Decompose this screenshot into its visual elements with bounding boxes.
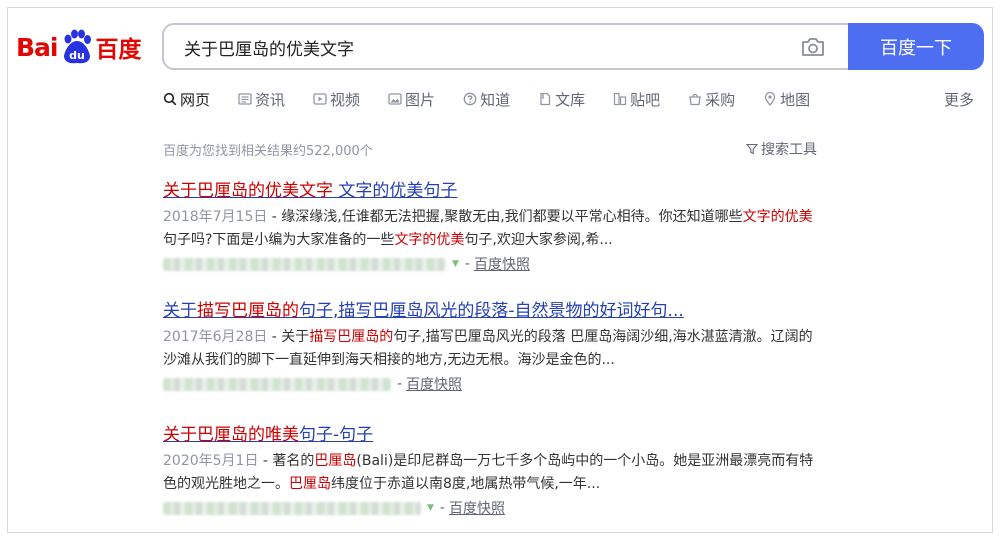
baidu-logo[interactable]: Bai du 百度: [16, 27, 142, 67]
blurred-url: [163, 501, 421, 515]
result-description: 2017年6月28日 - 关于描写巴厘岛的句子,描写巴厘岛风光的段落 巴厘岛海阔…: [163, 329, 813, 368]
result-title-link[interactable]: 关于描写巴厘岛的句子,描写巴厘岛风光的段落-自然景物的好词好句...: [163, 299, 843, 323]
tab-label: 采购: [705, 90, 736, 109]
tab-tieba[interactable]: 贴吧: [613, 89, 660, 110]
tab-images[interactable]: 图片: [388, 89, 435, 110]
paw-icon: du: [59, 29, 95, 65]
result-description: 2020年5月1日 - 著名的巴厘岛(Bali)是印尼群岛一万七千多个岛屿中的一…: [163, 453, 814, 492]
search-tools-label: 搜索工具: [761, 142, 817, 158]
paw-text: du: [69, 49, 85, 62]
tab-label: 知道: [480, 90, 511, 109]
search-result: 关于描写巴厘岛的句子,描写巴厘岛风光的段落-自然景物的好词好句... 2017年…: [163, 299, 843, 395]
search-result: 关于巴厘岛的优美文字 文字的优美句子 2018年7月15日 - 缘深缘浅,任谁都…: [163, 179, 843, 275]
tab-map[interactable]: 地图: [763, 89, 810, 110]
blurred-url: [163, 257, 446, 271]
video-icon: [313, 92, 327, 106]
tab-caigou[interactable]: 采购: [688, 89, 735, 110]
tab-web[interactable]: 网页: [163, 89, 210, 110]
tab-label: 地图: [780, 90, 811, 109]
search-box: [162, 23, 848, 70]
tab-wenku[interactable]: 文库: [538, 89, 585, 110]
tab-label: 资讯: [255, 90, 286, 109]
snapshot-link[interactable]: 百度快照: [474, 254, 530, 274]
tab-label: 贴吧: [630, 90, 661, 109]
logo-chinese: 百度: [95, 37, 142, 63]
question-icon: [463, 92, 477, 106]
tab-more[interactable]: 更多: [944, 87, 974, 111]
snapshot-link[interactable]: 百度快照: [406, 374, 462, 394]
dropdown-arrow-icon[interactable]: ▼: [452, 259, 459, 269]
result-title-link[interactable]: 关于巴厘岛的优美文字 文字的优美句子: [163, 179, 843, 203]
result-source: - 百度快照: [163, 373, 843, 395]
tab-label: 图片: [405, 90, 436, 109]
filter-icon: [746, 143, 758, 155]
tab-news[interactable]: 资讯: [238, 89, 285, 110]
tab-video[interactable]: 视频: [313, 89, 360, 110]
search-input[interactable]: [182, 25, 786, 70]
search-result: 关于巴厘岛的唯美句子-句子 2020年5月1日 - 著名的巴厘岛(Bali)是印…: [163, 423, 843, 519]
dropdown-arrow-icon[interactable]: ▼: [427, 503, 434, 513]
news-icon: [238, 92, 252, 106]
search-button[interactable]: 百度一下: [848, 23, 984, 70]
blurred-url: [163, 377, 391, 391]
search-icon: [163, 92, 177, 106]
forum-icon: [613, 92, 627, 106]
document-icon: [538, 92, 552, 106]
tab-label: 网页: [180, 90, 211, 109]
image-icon: [388, 92, 402, 106]
result-source: ▼ - 百度快照: [163, 253, 843, 275]
result-source: ▼ - 百度快照: [163, 497, 843, 519]
search-tools-button[interactable]: 搜索工具: [746, 139, 817, 159]
search-tabs: 网页 资讯 视频 图片 知道 文库 贴吧 采购 地图: [163, 87, 838, 111]
tab-label: 视频: [330, 90, 361, 109]
result-description: 2018年7月15日 - 缘深缘浅,任谁都无法把握,聚散无由,我们都要以平常心相…: [163, 209, 813, 248]
tab-zhidao[interactable]: 知道: [463, 89, 510, 110]
tab-label: 文库: [555, 90, 586, 109]
result-title-link[interactable]: 关于巴厘岛的唯美句子-句子: [163, 423, 843, 447]
result-count: 百度为您找到相关结果约522,000个: [163, 144, 373, 159]
shopping-icon: [688, 92, 702, 106]
map-icon: [763, 92, 777, 106]
camera-icon[interactable]: [800, 36, 826, 58]
logo-latin: Bai: [16, 32, 58, 62]
snapshot-link[interactable]: 百度快照: [449, 498, 505, 518]
